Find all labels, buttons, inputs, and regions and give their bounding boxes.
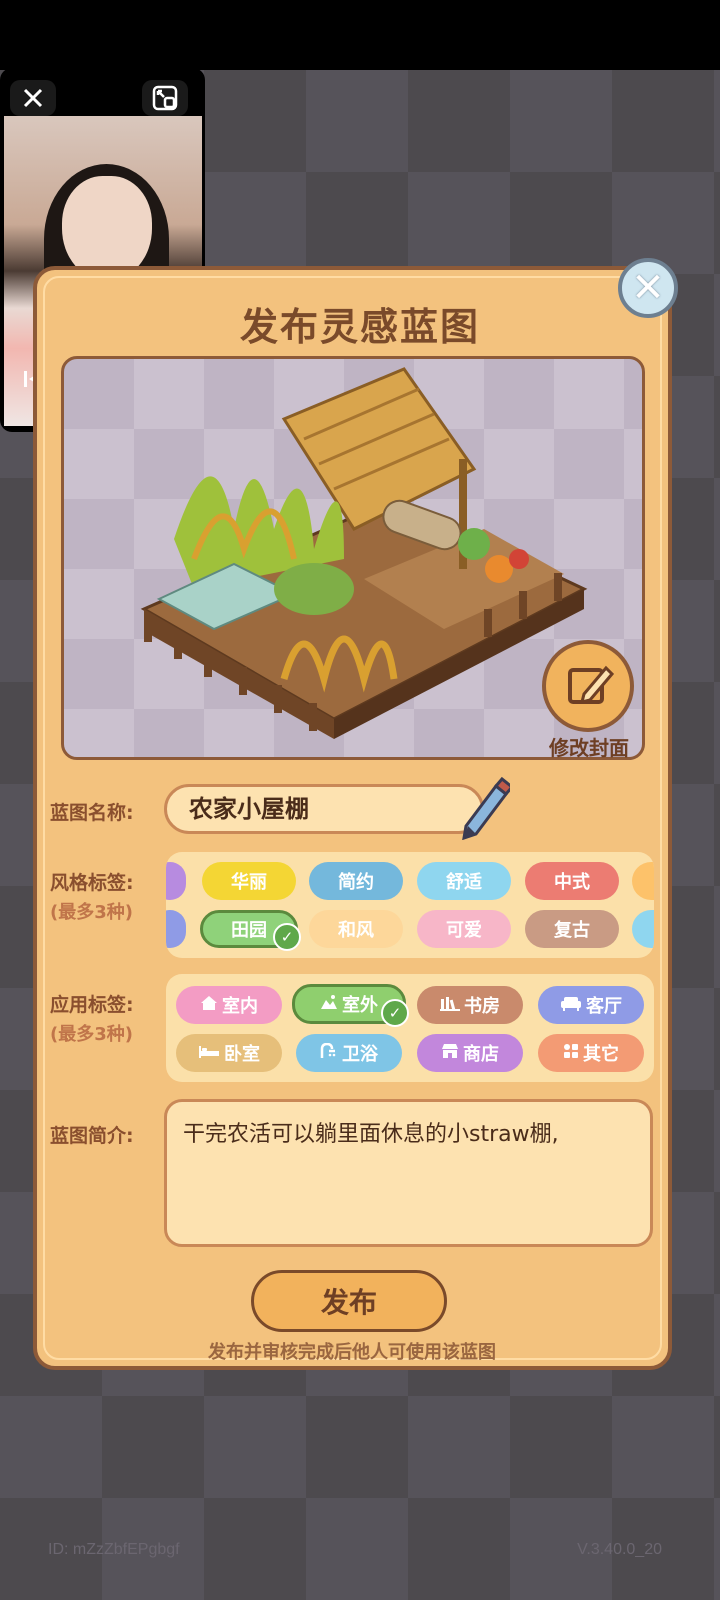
edit-cover-label: 修改封面 (549, 736, 629, 760)
shop-icon (441, 1043, 459, 1063)
edit-pencil-icon (568, 665, 614, 705)
check-icon: ✓ (273, 923, 301, 951)
expand-window-icon (152, 85, 178, 111)
description-textarea[interactable]: 干完农活可以躺里面休息的小straw棚, (164, 1099, 653, 1247)
style-tag-partial-left[interactable] (166, 862, 186, 900)
version-label: V.3.40.0_20 (577, 1541, 662, 1558)
style-tag-partial-right[interactable] (632, 862, 654, 900)
application-tags-grid: 室内 室外 ✓ 书房 客厅 卧室 卫浴 商店 其它 (166, 974, 654, 1082)
grid-icon (563, 1043, 579, 1063)
sofa-icon (560, 995, 582, 1015)
name-label: 蓝图名称: (50, 802, 134, 824)
app-tag[interactable]: 客厅 (538, 986, 644, 1024)
style-tags-limit: (最多3种) (50, 902, 133, 923)
bed-icon (198, 1043, 220, 1063)
style-tag[interactable]: 舒适 (417, 862, 511, 900)
app-tag[interactable]: 书房 (417, 986, 523, 1024)
application-tags-label: 应用标签: (50, 994, 134, 1016)
app-tag[interactable]: 卧室 (176, 1034, 282, 1072)
style-tag[interactable]: 中式 (525, 862, 619, 900)
style-tag-partial-right[interactable] (632, 910, 654, 948)
close-icon: ✕ (631, 265, 665, 311)
publish-button[interactable]: 发布 (251, 1270, 447, 1332)
app-tag[interactable]: 室外 ✓ (292, 984, 409, 1027)
style-tag[interactable]: 华丽 (202, 862, 296, 900)
dialog-title: 发布灵感蓝图 (239, 305, 480, 349)
shower-icon (320, 1042, 338, 1063)
books-icon (440, 995, 460, 1015)
style-tag-partial-left[interactable] (166, 910, 186, 948)
check-icon: ✓ (381, 999, 409, 1027)
description-label: 蓝图简介: (50, 1125, 134, 1147)
status-bar (0, 0, 720, 70)
app-tag[interactable]: 卫浴 (296, 1034, 402, 1072)
application-tags-limit: (最多3种) (50, 1024, 133, 1045)
outdoor-icon (320, 994, 338, 1014)
close-dialog-button[interactable]: ✕ (618, 258, 678, 318)
close-icon (23, 88, 43, 108)
style-tag[interactable]: 可爱 (417, 910, 511, 948)
app-tag[interactable]: 其它 (538, 1034, 644, 1072)
style-tag[interactable]: 田园 ✓ (200, 910, 301, 951)
app-tag[interactable]: 室内 (176, 986, 282, 1024)
pencil-icon[interactable] (456, 776, 515, 841)
style-tags-label: 风格标签: (50, 872, 134, 894)
style-tag[interactable]: 简约 (309, 862, 403, 900)
video-expand-button[interactable] (142, 80, 188, 116)
edit-cover-button[interactable] (542, 640, 634, 732)
style-tag[interactable]: 和风 (309, 910, 403, 948)
app-tag[interactable]: 商店 (417, 1034, 523, 1072)
publish-hint: 发布并审核完成后他人可使用该蓝图 (208, 1342, 496, 1363)
blueprint-name-input[interactable]: 农家小屋棚 (164, 784, 484, 834)
video-close-button[interactable] (10, 80, 56, 116)
style-tag[interactable]: 复古 (525, 910, 619, 948)
house-icon (200, 995, 218, 1015)
user-id: ID: mZzZbfEPgbgf (48, 1541, 180, 1558)
style-tags-scroller[interactable]: 华丽 简约 舒适 中式 田园 ✓ 和风 可爱 复古 (166, 852, 654, 958)
